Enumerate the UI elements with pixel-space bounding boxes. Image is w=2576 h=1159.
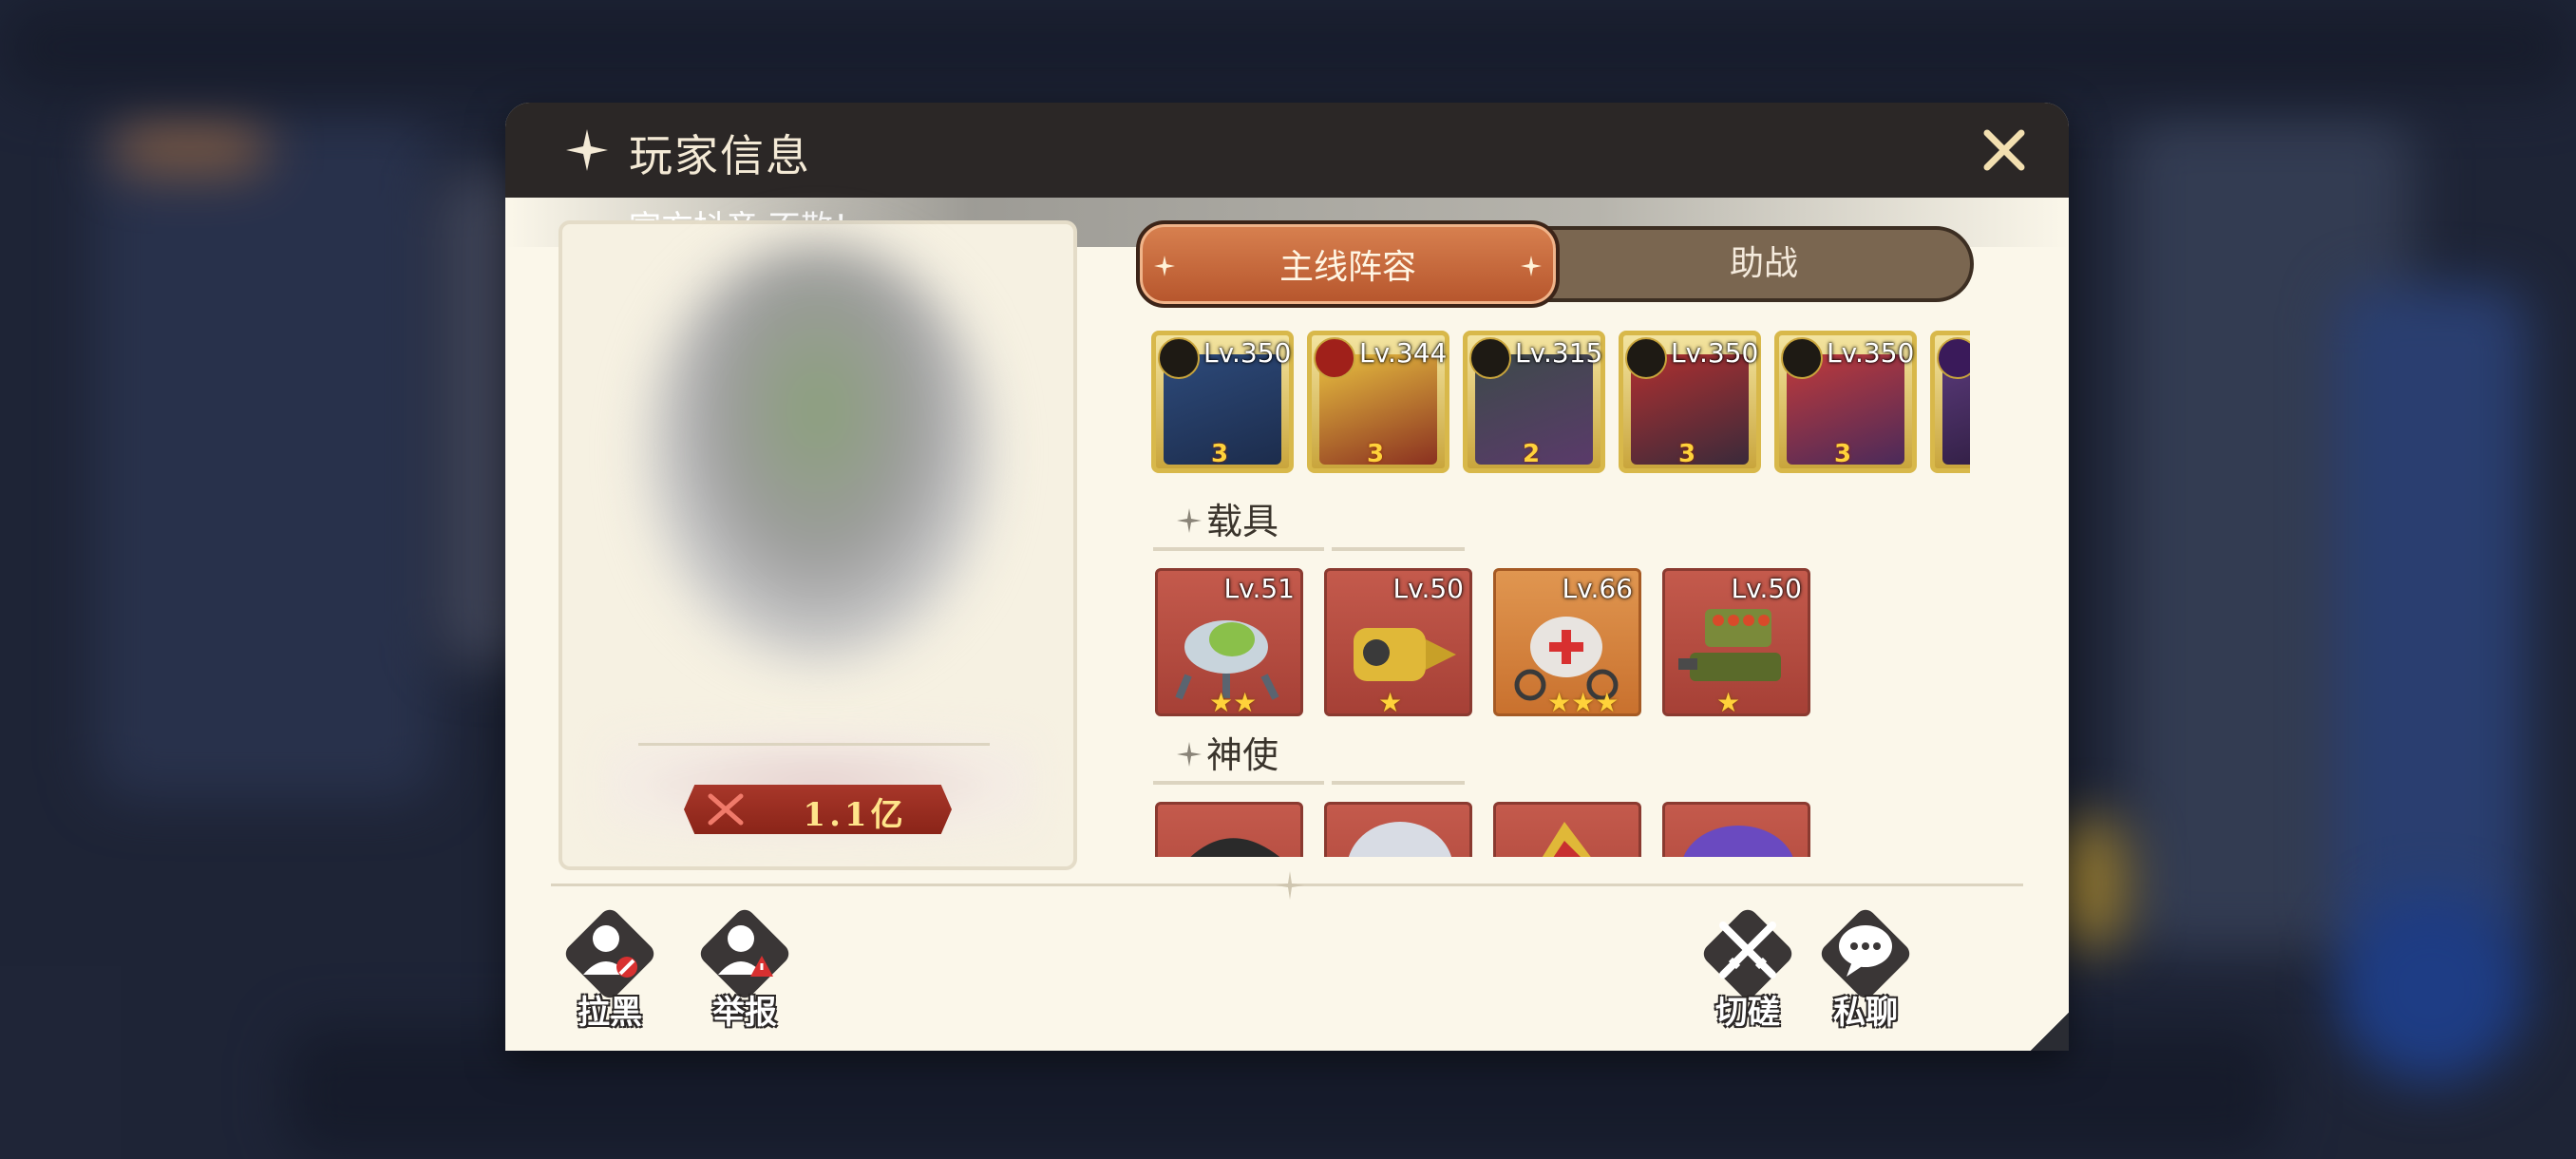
vehicle-level: Lv.51 — [1223, 573, 1295, 604]
gold-emblem-icon — [1625, 337, 1667, 379]
hero-level: Lv.350 — [1827, 337, 1915, 369]
chat-bubble-icon — [1839, 925, 1892, 977]
window-title: 玩家信息 — [629, 130, 811, 181]
vehicle-stars: ★ — [1378, 687, 1403, 716]
chat-button[interactable]: 私聊 — [1809, 905, 1923, 1039]
sparkle-icon — [1177, 742, 1202, 767]
hero-lineup-row: Lv.350 3 Lv.344 3 Lv.315 2 Lv.350 3 Lv.3… — [1151, 331, 1970, 479]
block-label: 拉黑 — [578, 994, 642, 1032]
hero-card[interactable]: Lv.344 3 — [1307, 331, 1449, 473]
gold-crest-icon — [1542, 822, 1591, 857]
tab-main-lineup[interactable]: 主线阵容 — [1136, 220, 1560, 308]
envoy-card[interactable] — [1662, 802, 1810, 857]
card-divider — [638, 743, 990, 746]
sparkle-icon — [1177, 508, 1202, 533]
hero-level: Lv.350 — [1203, 337, 1292, 369]
vehicle-card[interactable]: Lv.66 ★★★ — [1493, 568, 1641, 716]
vehicle-stars: ★★ — [1209, 687, 1258, 716]
sparkle-icon — [1154, 256, 1175, 276]
hero-card[interactable]: Lv.315 2 — [1463, 331, 1605, 473]
chat-label: 私聊 — [1833, 994, 1898, 1032]
envoy-card[interactable] — [1324, 802, 1472, 857]
envoy-card[interactable] — [1493, 802, 1641, 857]
section-underline — [1153, 781, 1324, 785]
vehicle-level: Lv.50 — [1392, 573, 1464, 604]
vehicle-level: Lv.50 — [1731, 573, 1802, 604]
hero-star-count: 3 — [1367, 440, 1385, 468]
player-info-panel: 玩家信息 官方抖音 不散！ 1.1亿 主线阵容 助战 — [505, 103, 2069, 1051]
spar-label: 切磋 — [1715, 994, 1780, 1032]
sparkle-icon — [1276, 871, 1304, 900]
hero-star-count: 3 — [1678, 440, 1696, 468]
hero-card[interactable]: Lv.350 3 — [1774, 331, 1917, 473]
player-portrait-card: 1.1亿 — [559, 220, 1077, 870]
block-button[interactable]: 拉黑 — [553, 905, 667, 1039]
sparkle-icon — [1521, 256, 1542, 276]
hero-card[interactable]: Lv.350 3 — [1619, 331, 1761, 473]
hero-level: Lv.350 — [1671, 337, 1759, 369]
close-icon[interactable] — [1979, 125, 2029, 175]
section-title-envoys: 神使 — [1206, 734, 1279, 776]
gold-emblem-icon — [1158, 337, 1200, 379]
hero-card[interactable]: Lv.350 3 — [1151, 331, 1294, 473]
vehicle-card[interactable]: Lv.50 ★ — [1324, 568, 1472, 716]
crossed-swords-icon — [1719, 922, 1776, 978]
dark-horn-icon — [1190, 838, 1280, 857]
tab-label: 助战 — [1729, 244, 1798, 283]
block-user-icon — [583, 925, 637, 978]
player-avatar-blurred — [648, 243, 990, 661]
gold-emblem-icon — [1781, 337, 1823, 379]
vehicle-stars: ★★★ — [1547, 687, 1619, 716]
r-emblem-icon — [1314, 337, 1355, 379]
section-underline — [1153, 547, 1324, 551]
violet-wing-icon — [1683, 826, 1793, 857]
envoy-card[interactable] — [1155, 802, 1303, 857]
hero-star-count: 3 — [1834, 440, 1852, 468]
combat-power-value: 1.1亿 — [803, 796, 907, 834]
section-underline — [1332, 781, 1465, 785]
vehicle-level: Lv.66 — [1562, 573, 1633, 604]
report-label: 举报 — [712, 994, 777, 1032]
section-underline — [1332, 547, 1465, 551]
panel-corner-decoration — [2031, 1013, 2069, 1051]
vehicle-card[interactable]: Lv.51 ★★ — [1155, 568, 1303, 716]
lineup-tabs: 主线阵容 助战 — [1136, 220, 1974, 308]
report-user-icon — [718, 925, 773, 977]
title-bar: 玩家信息 — [505, 103, 2069, 198]
section-title-vehicles: 载具 — [1206, 501, 1279, 542]
tab-label: 主线阵容 — [1279, 248, 1416, 287]
tab-support[interactable]: 助战 — [1560, 220, 1968, 308]
silver-orb-icon — [1348, 822, 1452, 857]
gold-emblem-icon — [1469, 337, 1511, 379]
hero-level: Lv.315 — [1515, 337, 1603, 369]
vehicle-card[interactable]: Lv.50 ★ — [1662, 568, 1810, 716]
hero-star-count: 2 — [1523, 440, 1541, 468]
hero-level: Lv.344 — [1359, 337, 1448, 369]
crossed-swords-icon — [708, 793, 744, 826]
report-button[interactable]: 举报 — [688, 905, 802, 1039]
sparkle-icon — [566, 129, 608, 171]
spar-button[interactable]: 切磋 — [1691, 905, 1805, 1039]
hero-card[interactable] — [1930, 331, 1970, 473]
envoy-row — [1151, 802, 2006, 857]
vehicle-stars: ★ — [1716, 687, 1741, 716]
combat-power-badge: 1.1亿 — [684, 785, 952, 834]
hero-star-count: 3 — [1211, 440, 1229, 468]
